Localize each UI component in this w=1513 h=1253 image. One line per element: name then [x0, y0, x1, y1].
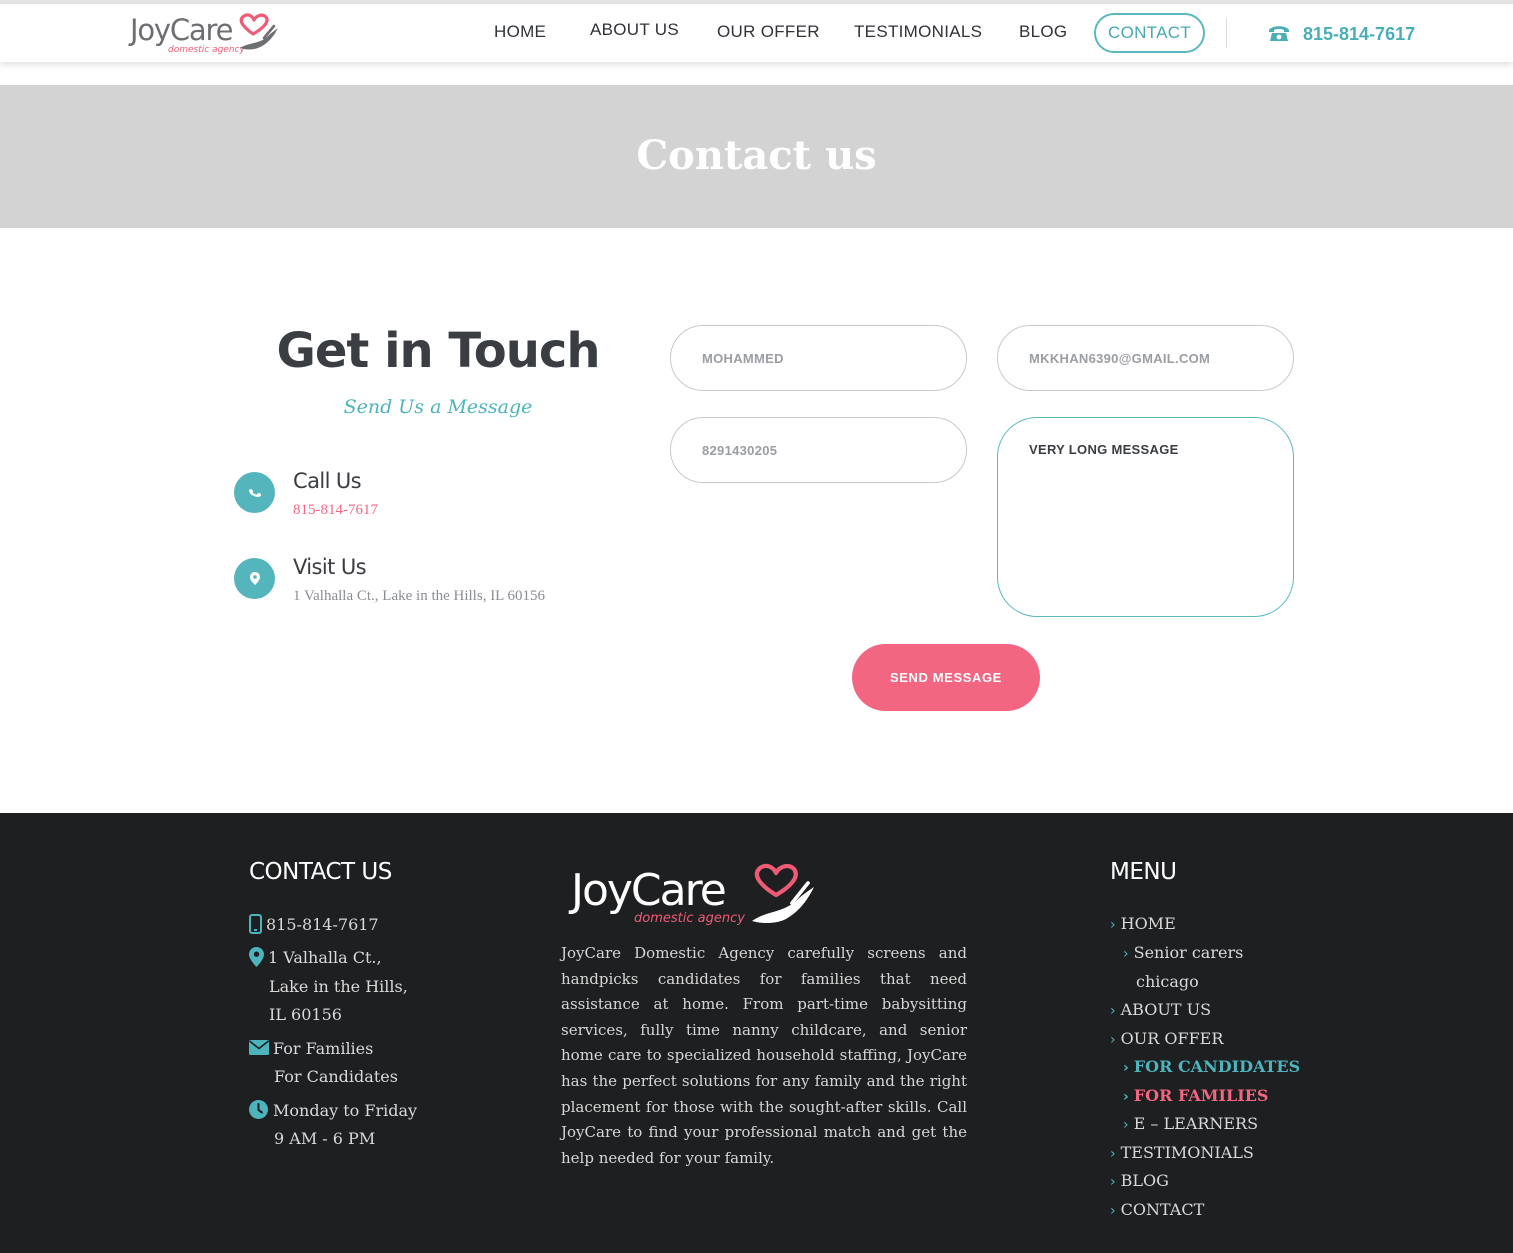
header-phone-number[interactable]: 815-814-7617 [1303, 24, 1415, 44]
footer-menu-e-learners-label: E – LEARNERS [1133, 1114, 1259, 1133]
call-us-title: Call Us [293, 469, 362, 493]
call-us-number[interactable]: 815-814-7617 [293, 500, 378, 520]
clock-icon [249, 1100, 268, 1119]
footer-menu-offer-label: OUR OFFER [1120, 1029, 1224, 1048]
footer-hours-time: 9 AM - 6 PM [274, 1129, 376, 1148]
footer-menu-senior-carers[interactable]: › Senior carers [1123, 943, 1243, 964]
chevron-right-icon: › [1110, 1003, 1116, 1019]
send-message-button[interactable]: SEND MESSAGE [852, 644, 1040, 711]
nav-about-us[interactable]: ABOUT US [590, 20, 679, 40]
call-icon-badge [234, 472, 275, 513]
nav-divider [1226, 18, 1227, 48]
chevron-right-icon: › [1110, 1146, 1116, 1162]
message-textarea[interactable]: VERY LONG MESSAGE [997, 417, 1294, 617]
footer-menu-about[interactable]: › ABOUT US [1110, 1000, 1211, 1021]
footer-about-text: JoyCare Domestic Agency carefully screen… [561, 944, 967, 1167]
footer-address-line3: IL 60156 [269, 1005, 342, 1024]
mobile-phone-icon [249, 914, 262, 934]
footer-menu-blog-label: BLOG [1120, 1171, 1169, 1190]
phone-icon [248, 488, 261, 497]
footer-menu-offer[interactable]: › OUR OFFER [1110, 1029, 1223, 1050]
footer-heart-hand-icon [752, 863, 814, 924]
footer-menu-for-candidates[interactable]: › FOR CANDIDATES [1123, 1057, 1300, 1078]
visit-us-title: Visit Us [293, 555, 367, 579]
chevron-right-icon: › [1110, 1174, 1116, 1190]
footer-menu-for-families-label: FOR FAMILIES [1133, 1086, 1269, 1105]
footer-menu-heading: MENU [1110, 859, 1177, 885]
footer-menu-for-families[interactable]: › FOR FAMILIES [1123, 1086, 1268, 1107]
page-title: Contact us [636, 132, 877, 179]
footer-menu-contact[interactable]: › CONTACT [1110, 1200, 1204, 1221]
nav-our-offer[interactable]: OUR OFFER [717, 22, 820, 42]
footer-hours-days: Monday to Friday [273, 1101, 418, 1120]
envelope-icon [249, 1040, 269, 1055]
location-pin-icon [249, 947, 264, 967]
chevron-right-icon: › [1123, 946, 1129, 962]
footer-menu-testimonials[interactable]: › TESTIMONIALS [1110, 1143, 1254, 1164]
footer-menu-about-label: ABOUT US [1120, 1000, 1212, 1019]
footer-menu-senior-carers-label: Senior carers [1133, 943, 1244, 962]
footer-address-line1: 1 Valhalla Ct., [268, 948, 382, 967]
footer-logo-tagline: domestic agency [634, 911, 745, 926]
footer-menu-e-learners[interactable]: › E – LEARNERS [1123, 1114, 1258, 1135]
name-field[interactable]: MOHAMMED [670, 325, 967, 391]
chevron-right-icon: › [1123, 1060, 1129, 1076]
visit-us-address: 1 Valhalla Ct., Lake in the Hills, IL 60… [293, 588, 546, 604]
site-header: JoyCare domestic agency HOME ABOUT US OU… [0, 4, 1513, 62]
footer-menu-senior-carers-line2[interactable]: chicago [1136, 972, 1199, 992]
nav-testimonials[interactable]: TESTIMONIALS [854, 22, 982, 42]
nav-blog[interactable]: BLOG [1019, 22, 1067, 42]
footer-logo-wordmark: JoyCare [571, 865, 727, 916]
footer-phone[interactable]: 815-814-7617 [266, 915, 379, 935]
chevron-right-icon: › [1110, 917, 1116, 933]
visit-icon-badge [234, 558, 275, 599]
chevron-right-icon: › [1123, 1117, 1129, 1133]
footer-menu-home[interactable]: › HOME [1110, 914, 1176, 935]
email-field[interactable]: MKKHAN6390@GMAIL.COM [997, 325, 1294, 391]
nav-contact-button[interactable]: CONTACT [1094, 13, 1205, 53]
footer-menu-contact-label: CONTACT [1120, 1200, 1205, 1219]
get-in-touch-heading: Get in Touch [276, 323, 600, 379]
footer-menu-home-label: HOME [1120, 914, 1176, 933]
chevron-right-icon: › [1110, 1032, 1116, 1048]
footer-for-candidates-link[interactable]: For Candidates [274, 1067, 398, 1087]
footer-address-line2: Lake in the Hills, [269, 977, 408, 996]
heart-hand-icon [239, 13, 278, 50]
site-logo[interactable]: JoyCare domestic agency [130, 12, 280, 58]
footer-menu-senior-carers-label-2: chicago [1136, 972, 1199, 991]
telephone-icon[interactable] [1268, 24, 1290, 42]
nav-home[interactable]: HOME [494, 22, 546, 42]
footer-menu-blog[interactable]: › BLOG [1110, 1171, 1169, 1192]
footer-menu-for-candidates-label: FOR CANDIDATES [1133, 1057, 1301, 1076]
chevron-right-icon: › [1110, 1203, 1116, 1219]
footer-contact-heading: CONTACT US [249, 859, 392, 885]
footer-menu-testimonials-label: TESTIMONIALS [1120, 1143, 1254, 1162]
footer-for-families-link[interactable]: For Families [273, 1039, 373, 1059]
chevron-right-icon: › [1123, 1089, 1129, 1105]
phone-field[interactable]: 8291430205 [670, 417, 967, 483]
logo-wordmark: JoyCare [130, 13, 233, 47]
send-message-subtitle: Send Us a Message [343, 396, 533, 418]
map-pin-icon [249, 572, 260, 585]
